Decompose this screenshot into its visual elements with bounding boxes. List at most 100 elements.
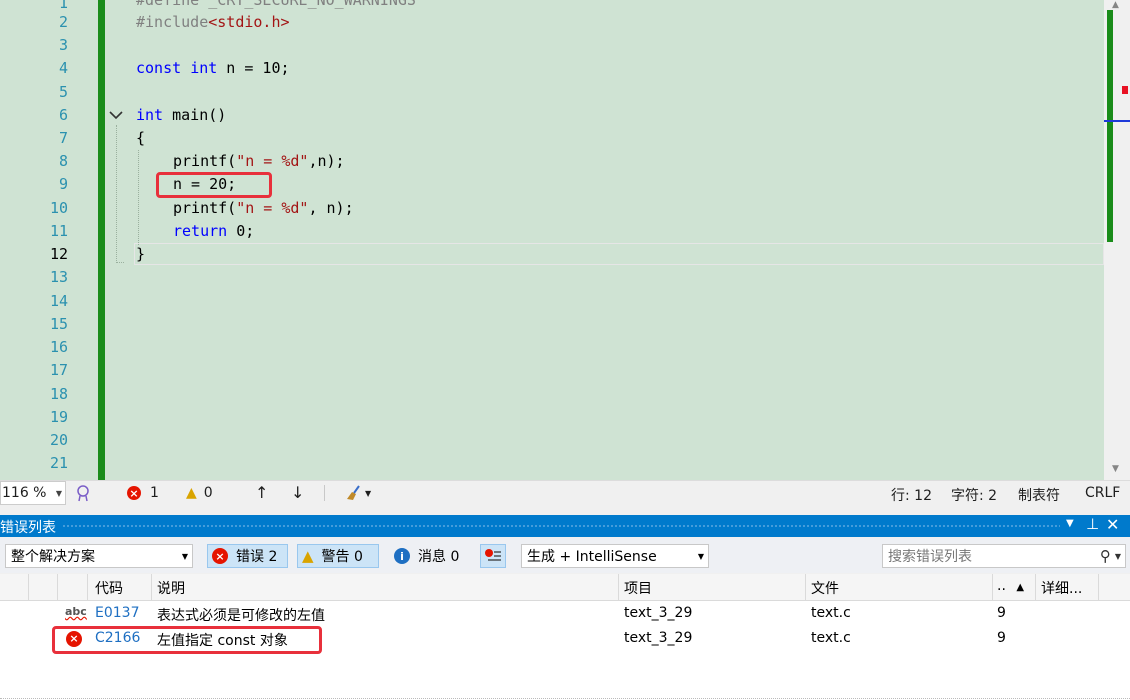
- search-icon[interactable]: ⚲: [1100, 547, 1111, 565]
- current-line-highlight: [134, 243, 1104, 265]
- warning-count[interactable]: ▲ 0: [186, 485, 213, 501]
- build-intellisense-dropdown[interactable]: 生成 + IntelliSense ▼: [521, 544, 709, 568]
- line-number: 13: [49, 268, 68, 286]
- collapse-chevron-icon[interactable]: [108, 107, 124, 123]
- column-separator: [992, 574, 993, 600]
- line-number: 8: [58, 152, 68, 170]
- filter-list-icon: [485, 549, 501, 561]
- code-line-1: #define _CRT_SECURE_NO_WARNINGS: [136, 0, 416, 9]
- search-error-list-input[interactable]: 搜索错误列表 ⚲ ▼: [882, 544, 1126, 568]
- code-line-2: #include<stdio.h>: [136, 13, 290, 31]
- line-number: 2: [58, 13, 68, 31]
- chevron-down-icon: ▼: [697, 551, 704, 561]
- intellisense-icon: abc: [65, 605, 87, 618]
- broom-icon: [347, 485, 360, 500]
- error-list-titlebar: 错误列表 ▼ ⊥ ✕: [0, 515, 1130, 537]
- error-list-grid: 代码 说明 项目 文件 .. ▲ 详细... abc E0137 表达式必须是可…: [0, 574, 1130, 700]
- code-line-10: printf("n = %d", n);: [173, 199, 354, 217]
- previous-issue-arrow-icon[interactable]: ↑: [255, 483, 268, 502]
- error-icon: ×: [127, 486, 141, 500]
- errors-filter-button[interactable]: × 错误 2: [207, 544, 288, 568]
- messages-filter-button[interactable]: i 消息 0: [392, 544, 459, 568]
- column-header-file[interactable]: 文件: [811, 578, 839, 598]
- line-number-gutter: 1 2 3 4 5 6 7 8 9 10 11 12 13 14 15 16 1…: [0, 0, 100, 480]
- line-number: 14: [49, 292, 68, 310]
- chevron-down-icon: ▼: [365, 488, 372, 498]
- warnings-filter-button[interactable]: ▲ 警告 0: [297, 544, 379, 568]
- code-line-12: }: [136, 245, 146, 263]
- build-filter-toggle[interactable]: [480, 544, 506, 568]
- error-count[interactable]: × 1: [127, 485, 159, 501]
- highlight-box-assignment: [156, 172, 272, 198]
- warning-icon: ▲: [186, 485, 197, 501]
- titlebar-grip: [62, 524, 1060, 529]
- line-number: 17: [49, 361, 68, 379]
- scrollbar-caret-marker: [1104, 120, 1130, 122]
- line-ending[interactable]: CRLF: [1085, 485, 1120, 501]
- separator: [324, 485, 325, 501]
- column-separator: [28, 574, 29, 600]
- change-tracking-bar: [98, 0, 105, 480]
- info-icon: i: [394, 548, 410, 564]
- cursor-char: 字符: 2: [951, 488, 998, 504]
- column-header-line[interactable]: .. ▲: [997, 578, 1024, 594]
- error-file: text.c: [811, 630, 851, 646]
- line-number: 3: [58, 36, 68, 54]
- column-header-project[interactable]: 项目: [624, 578, 652, 598]
- indent-guide: [138, 150, 139, 245]
- line-number: 15: [49, 315, 68, 333]
- line-number: 7: [58, 129, 68, 147]
- scope-dropdown[interactable]: 整个解决方案 ▼: [5, 544, 193, 568]
- window-menu-icon[interactable]: ▼: [1066, 518, 1074, 529]
- column-separator: [618, 574, 619, 600]
- next-issue-arrow-icon[interactable]: ↓: [291, 483, 304, 502]
- error-list-header: 代码 说明 项目 文件 .. ▲ 详细...: [0, 574, 1130, 601]
- error-icon: ×: [212, 548, 228, 564]
- highlight-box-error: [52, 626, 322, 654]
- column-header-description[interactable]: 说明: [157, 578, 185, 598]
- scroll-up-arrow-icon[interactable]: ▲: [1112, 0, 1119, 10]
- indent-mode[interactable]: 制表符: [1018, 485, 1060, 505]
- column-separator: [1098, 574, 1099, 600]
- line-number: 20: [49, 431, 68, 449]
- line-number: 5: [58, 83, 68, 101]
- line-number: 4: [58, 59, 68, 77]
- column-header-code[interactable]: 代码: [95, 578, 123, 598]
- code-line-11: return 0;: [173, 222, 255, 240]
- column-separator: [87, 574, 88, 600]
- vertical-scrollbar[interactable]: ▲ ▼: [1104, 0, 1130, 480]
- line-number: 21: [49, 454, 68, 472]
- column-separator: [1035, 574, 1036, 600]
- error-description: 表达式必须是可修改的左值: [157, 608, 325, 624]
- line-number: 6: [58, 106, 68, 124]
- chevron-down-icon: ▼: [1114, 551, 1121, 561]
- column-separator: [151, 574, 152, 600]
- code-editor[interactable]: 1 2 3 4 5 6 7 8 9 10 11 12 13 14 15 16 1…: [0, 0, 1130, 480]
- code-line-8: printf("n = %d",n);: [173, 152, 345, 170]
- error-code-link[interactable]: E0137: [95, 605, 139, 621]
- error-line: 9: [997, 605, 1006, 621]
- error-file: text.c: [811, 605, 851, 621]
- column-header-detail[interactable]: 详细...: [1041, 578, 1082, 598]
- line-number: 9: [58, 175, 68, 193]
- error-row[interactable]: abc E0137 表达式必须是可修改的左值 text_3_29 text.c …: [0, 601, 1130, 626]
- line-number: 10: [49, 199, 68, 217]
- intellicode-icon[interactable]: [74, 484, 92, 506]
- code-line-7: {: [136, 129, 146, 147]
- error-project: text_3_29: [624, 630, 693, 646]
- editor-status-strip: 116 % ▼ × 1 ▲ 0 ↑ ↓ ▼ 行: 12 字符: 2 制表符 CR…: [0, 480, 1130, 507]
- cursor-line: 行: 12: [891, 488, 932, 504]
- pin-icon[interactable]: ⊥: [1086, 515, 1099, 533]
- scroll-down-arrow-icon[interactable]: ▼: [1112, 464, 1119, 474]
- line-number-current: 12: [49, 245, 68, 263]
- chevron-down-icon: ▼: [55, 488, 62, 498]
- error-list-toolbar: 整个解决方案 ▼ × 错误 2 ▲ 警告 0 i 消息 0 生成 + Intel…: [0, 538, 1130, 573]
- line-number: 11: [49, 222, 68, 240]
- grid-bottom-border: [0, 698, 1130, 699]
- code-cleanup-button[interactable]: ▼: [343, 484, 371, 502]
- line-number: 16: [49, 338, 68, 356]
- close-icon[interactable]: ✕: [1106, 515, 1119, 534]
- zoom-dropdown[interactable]: 116 % ▼: [0, 481, 66, 505]
- fold-guide: [116, 125, 117, 263]
- build-filter-value: 生成 + IntelliSense: [527, 549, 657, 565]
